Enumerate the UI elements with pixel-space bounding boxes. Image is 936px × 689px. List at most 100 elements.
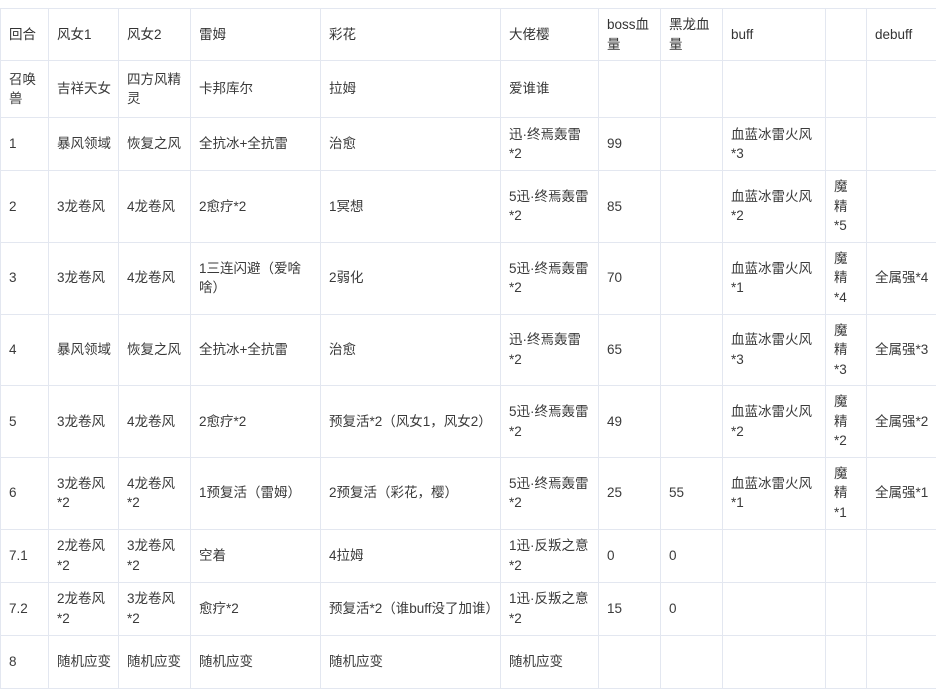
cell-debuff [867, 635, 936, 688]
cell-boss-hp: 99 [599, 118, 661, 171]
cell-rem: 全抗冰+全抗雷 [191, 118, 321, 171]
cell-round: 8 [1, 635, 49, 688]
cell-boss-hp [599, 635, 661, 688]
cell-buff-extra [826, 635, 867, 688]
cell-round: 3 [1, 242, 49, 314]
cell-debuff: 全属强*4 [867, 242, 936, 314]
cell-caihua: 治愈 [321, 118, 501, 171]
cell-blackdragon-hp [661, 386, 723, 458]
table-row: 63龙卷风*24龙卷风*21预复活（雷姆）2预复活（彩花，樱）5迅·终焉轰雷*2… [1, 457, 936, 529]
cell-caihua: 预复活*2（风女1，风女2） [321, 386, 501, 458]
cell-blackdragon-hp: 0 [661, 582, 723, 635]
cell-windgirl1: 3龙卷风 [49, 171, 119, 243]
cell-buff: 血蓝冰雷火风*3 [723, 118, 826, 171]
table-row: 4暴风领域恢复之风全抗冰+全抗雷治愈迅·终焉轰雷*265血蓝冰雷火风*3魔精*3… [1, 314, 936, 386]
cell-windgirl2: 恢复之风 [119, 314, 191, 386]
cell-dalaoying: 5迅·终焉轰雷*2 [501, 386, 599, 458]
cell-windgirl2: 3龙卷风*2 [119, 582, 191, 635]
cell-buff-extra: 魔精*1 [826, 457, 867, 529]
cell-round: 召唤兽 [1, 61, 49, 118]
cell-caihua: 随机应变 [321, 635, 501, 688]
cell-debuff [867, 171, 936, 243]
cell-dalaoying: 5迅·终焉轰雷*2 [501, 457, 599, 529]
column-header-windgirl1: 风女1 [49, 9, 119, 61]
table-row: 7.12龙卷风*23龙卷风*2空着4拉姆1迅·反叛之意*200 [1, 529, 936, 582]
column-header-dalaoying: 大佬樱 [501, 9, 599, 61]
cell-buff [723, 61, 826, 118]
cell-windgirl2: 四方风精灵 [119, 61, 191, 118]
cell-blackdragon-hp [661, 171, 723, 243]
cell-windgirl2: 4龙卷风 [119, 242, 191, 314]
cell-round: 1 [1, 118, 49, 171]
cell-dalaoying: 1迅·反叛之意*2 [501, 582, 599, 635]
cell-dalaoying: 5迅·终焉轰雷*2 [501, 242, 599, 314]
cell-rem: 空着 [191, 529, 321, 582]
cell-rem: 1预复活（雷姆） [191, 457, 321, 529]
table-row: 1暴风领域恢复之风全抗冰+全抗雷治愈迅·终焉轰雷*299血蓝冰雷火风*3 [1, 118, 936, 171]
cell-debuff: 全属强*3 [867, 314, 936, 386]
cell-boss-hp [599, 61, 661, 118]
cell-buff: 血蓝冰雷火风*1 [723, 242, 826, 314]
cell-debuff [867, 529, 936, 582]
cell-blackdragon-hp [661, 61, 723, 118]
cell-windgirl1: 暴风领域 [49, 118, 119, 171]
battle-plan-table: 回合 风女1 风女2 雷姆 彩花 大佬樱 boss血量 黑龙血量 buff de… [0, 8, 936, 689]
cell-windgirl2: 3龙卷风*2 [119, 529, 191, 582]
column-header-buff: buff [723, 9, 826, 61]
cell-caihua: 2预复活（彩花，樱） [321, 457, 501, 529]
cell-caihua: 拉姆 [321, 61, 501, 118]
battle-plan-table-body: 回合 风女1 风女2 雷姆 彩花 大佬樱 boss血量 黑龙血量 buff de… [1, 9, 936, 689]
cell-buff [723, 635, 826, 688]
column-header-round: 回合 [1, 9, 49, 61]
cell-buff: 血蓝冰雷火风*2 [723, 386, 826, 458]
cell-dalaoying: 随机应变 [501, 635, 599, 688]
cell-windgirl1: 3龙卷风 [49, 386, 119, 458]
cell-rem: 2愈疗*2 [191, 386, 321, 458]
cell-windgirl1: 2龙卷风*2 [49, 582, 119, 635]
cell-buff-extra [826, 582, 867, 635]
table-row: 8随机应变随机应变随机应变随机应变随机应变 [1, 635, 936, 688]
cell-buff-extra [826, 118, 867, 171]
cell-caihua: 预复活*2（谁buff没了加谁） [321, 582, 501, 635]
cell-round: 6 [1, 457, 49, 529]
cell-debuff [867, 582, 936, 635]
cell-dalaoying: 爱谁谁 [501, 61, 599, 118]
cell-rem: 全抗冰+全抗雷 [191, 314, 321, 386]
cell-rem: 1三连闪避（爱啥啥） [191, 242, 321, 314]
cell-buff [723, 529, 826, 582]
cell-round: 4 [1, 314, 49, 386]
cell-windgirl2: 4龙卷风 [119, 386, 191, 458]
cell-windgirl2: 随机应变 [119, 635, 191, 688]
cell-blackdragon-hp: 0 [661, 529, 723, 582]
cell-debuff [867, 61, 936, 118]
cell-round: 7.1 [1, 529, 49, 582]
column-header-rem: 雷姆 [191, 9, 321, 61]
column-header-debuff: debuff [867, 9, 936, 61]
cell-dalaoying: 1迅·反叛之意*2 [501, 529, 599, 582]
cell-windgirl1: 暴风领域 [49, 314, 119, 386]
cell-dalaoying: 迅·终焉轰雷*2 [501, 118, 599, 171]
cell-buff-extra [826, 61, 867, 118]
cell-windgirl2: 4龙卷风 [119, 171, 191, 243]
cell-caihua: 2弱化 [321, 242, 501, 314]
cell-rem: 随机应变 [191, 635, 321, 688]
cell-windgirl1: 3龙卷风 [49, 242, 119, 314]
cell-debuff: 全属强*1 [867, 457, 936, 529]
cell-boss-hp: 0 [599, 529, 661, 582]
cell-caihua: 治愈 [321, 314, 501, 386]
cell-buff-extra: 魔精*2 [826, 386, 867, 458]
cell-boss-hp: 70 [599, 242, 661, 314]
cell-boss-hp: 85 [599, 171, 661, 243]
cell-boss-hp: 15 [599, 582, 661, 635]
table-header-row: 回合 风女1 风女2 雷姆 彩花 大佬樱 boss血量 黑龙血量 buff de… [1, 9, 936, 61]
cell-buff: 血蓝冰雷火风*1 [723, 457, 826, 529]
cell-buff-extra: 魔精*4 [826, 242, 867, 314]
cell-round: 5 [1, 386, 49, 458]
column-header-blackdragon-hp: 黑龙血量 [661, 9, 723, 61]
cell-buff-extra: 魔精*3 [826, 314, 867, 386]
cell-windgirl1: 2龙卷风*2 [49, 529, 119, 582]
cell-caihua: 1冥想 [321, 171, 501, 243]
cell-blackdragon-hp: 55 [661, 457, 723, 529]
cell-buff-extra: 魔精*5 [826, 171, 867, 243]
cell-windgirl1: 随机应变 [49, 635, 119, 688]
